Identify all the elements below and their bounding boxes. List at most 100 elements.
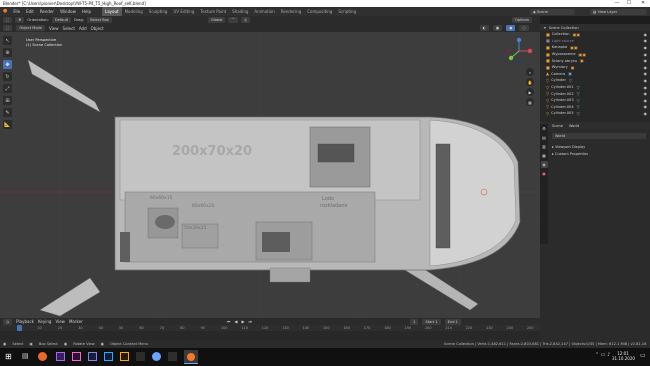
annotate-tool-icon[interactable]: ✎ bbox=[3, 108, 12, 117]
media-encoder-icon[interactable] bbox=[88, 352, 97, 361]
photoshop-icon[interactable] bbox=[104, 352, 113, 361]
ortho-grid-icon[interactable]: ▦ bbox=[526, 98, 534, 106]
section-custom-properties[interactable]: ▸ Custom Properties bbox=[552, 152, 646, 156]
scale-tool-icon[interactable]: ⤢ bbox=[3, 84, 12, 93]
navigation-gizmo[interactable] bbox=[504, 36, 534, 66]
pan-hand-icon[interactable]: ✋ bbox=[526, 78, 534, 86]
cursor-tool-icon[interactable]: ↖ bbox=[3, 36, 12, 45]
outliner-row[interactable]: ▽ Cylinder ▽ ◉ bbox=[540, 77, 650, 84]
illustrator-icon[interactable] bbox=[120, 352, 129, 361]
output-tab-icon[interactable]: ▥ bbox=[541, 143, 548, 150]
windows-start-icon[interactable]: ⊞ bbox=[5, 352, 14, 361]
workspace-tab-uv-editing[interactable]: UV Editing bbox=[170, 7, 197, 16]
properties-tab-scene[interactable]: Scene bbox=[552, 124, 563, 128]
minimize-button[interactable]: — bbox=[612, 0, 622, 7]
viewport-visibility-icon[interactable]: ◐ bbox=[479, 25, 489, 31]
3d-cursor-tool-icon[interactable]: ⊕ bbox=[3, 48, 12, 57]
blender-taskbar-icon[interactable] bbox=[184, 350, 198, 364]
menu-file[interactable]: File bbox=[10, 7, 23, 16]
options-dropdown[interactable]: Options bbox=[512, 17, 532, 23]
world-tab-icon[interactable]: ● bbox=[541, 170, 548, 177]
menu-edit[interactable]: Edit bbox=[23, 7, 37, 16]
close-button[interactable]: ✕ bbox=[638, 0, 648, 7]
menu-help[interactable]: Help bbox=[79, 7, 94, 16]
visibility-eye-icon[interactable]: ◉ bbox=[644, 104, 648, 109]
viewlayer-selector[interactable]: ▤ View Layer bbox=[590, 8, 647, 15]
section-viewport-display[interactable]: ▸ Viewport Display bbox=[552, 145, 646, 149]
world-field[interactable]: World bbox=[552, 133, 646, 139]
visibility-eye-icon[interactable]: ◉ bbox=[644, 98, 648, 103]
object-mode-dropdown[interactable]: Object Mode bbox=[16, 25, 46, 31]
proportional-edit-icon[interactable]: ◎ bbox=[241, 17, 251, 23]
workspace-tab-scripting[interactable]: Scripting bbox=[335, 7, 359, 16]
outliner-row[interactable]: ▽ Cylinder.001 ▽ ◉ bbox=[540, 84, 650, 91]
file-explorer-icon[interactable]: ▤ bbox=[22, 352, 30, 360]
shading-solid-icon[interactable]: ● bbox=[506, 25, 516, 31]
outliner-row[interactable]: ▽ Cylinder.005 ▽ ◉ bbox=[540, 110, 650, 117]
workspace-tab-compositing[interactable]: Compositing bbox=[304, 7, 335, 16]
drag-dropdown[interactable]: Select Box bbox=[87, 17, 112, 23]
move-tool-icon[interactable]: ✥ bbox=[3, 60, 12, 69]
menu-object[interactable]: Object bbox=[91, 26, 104, 31]
play-reverse-icon[interactable]: ◀ bbox=[234, 319, 237, 324]
outliner-row[interactable]: ■ Ściany obrysu ▣ ◉ bbox=[540, 57, 650, 64]
workspace-tab-shading[interactable]: Shading bbox=[229, 7, 251, 16]
xray-toggle-icon[interactable]: ▣ bbox=[492, 25, 503, 31]
play-icon[interactable]: ▶ bbox=[241, 319, 244, 324]
outliner-row[interactable]: ▽ Cylinder.003 ▽ ◉ bbox=[540, 97, 650, 104]
transform-tool-icon[interactable]: ⊞ bbox=[3, 96, 12, 105]
app-icon[interactable] bbox=[168, 352, 177, 361]
measure-tool-icon[interactable]: 📐 bbox=[3, 120, 12, 129]
outliner-row[interactable]: ■ Wymiary ▣ ◉ bbox=[540, 64, 650, 71]
menu-select[interactable]: Select bbox=[63, 26, 75, 31]
end-frame-field[interactable]: End 1 bbox=[444, 318, 461, 325]
jump-start-icon[interactable]: ⏮ bbox=[227, 319, 231, 324]
playhead[interactable] bbox=[17, 325, 22, 331]
terminal-icon[interactable] bbox=[136, 352, 145, 361]
editor-type-icon[interactable]: ⬚ bbox=[3, 25, 13, 31]
menu-add[interactable]: Add bbox=[79, 26, 87, 31]
camera-view-icon[interactable]: ▶ bbox=[526, 88, 534, 96]
maximize-button[interactable]: ☐ bbox=[624, 0, 634, 7]
menu-playback[interactable]: Playback bbox=[16, 319, 34, 324]
visibility-eye-icon[interactable]: ◉ bbox=[644, 111, 648, 116]
workspace-tab-modeling[interactable]: Modeling bbox=[122, 7, 146, 16]
timeline-editor-icon[interactable]: ◷ bbox=[3, 318, 13, 325]
tray-icons[interactable]: ⌃ ▭ ♪ bbox=[595, 352, 610, 358]
view-layer-tab-icon[interactable]: ▦ bbox=[541, 152, 548, 159]
scene-selector[interactable]: ◈ Scene bbox=[530, 8, 575, 15]
outliner-row[interactable]: ■ Collection ▣▣ ◉ bbox=[540, 31, 650, 38]
outliner-filter-icon[interactable]: ▾ bbox=[544, 26, 546, 30]
clock[interactable]: 12:01 31.10.2020 bbox=[612, 351, 635, 361]
workspace-tab-layout[interactable]: Layout bbox=[101, 7, 122, 16]
workspace-tab-animation[interactable]: Animation bbox=[251, 7, 277, 16]
select-mode-icon[interactable]: ⬚ bbox=[3, 17, 13, 23]
outliner-row[interactable]: ▽ Cylinder.002 ▽ ◉ bbox=[540, 90, 650, 97]
rotate-tool-icon[interactable]: ↻ bbox=[3, 72, 12, 81]
visibility-eye-icon[interactable]: ◉ bbox=[644, 78, 648, 83]
properties-tab-world[interactable]: World bbox=[569, 124, 579, 128]
outliner-row[interactable]: ■ Light source ◉ bbox=[540, 38, 650, 45]
visibility-eye-icon[interactable]: ◉ bbox=[644, 38, 648, 43]
snap-icon[interactable]: ⌒ bbox=[228, 17, 238, 23]
menu-keying[interactable]: Keying bbox=[38, 319, 51, 324]
transform-pivot-icon[interactable]: ✥ bbox=[15, 17, 25, 23]
visibility-eye-icon[interactable]: ◉ bbox=[644, 65, 648, 70]
workspace-tab-sculpting[interactable]: Sculpting bbox=[146, 7, 171, 16]
outliner-row[interactable]: ▽ Cylinder.004 ▽ ◉ bbox=[540, 104, 650, 111]
menu-window[interactable]: Window bbox=[57, 7, 79, 16]
current-frame-field[interactable]: 1 bbox=[410, 318, 419, 325]
menu-marker[interactable]: Marker bbox=[69, 319, 83, 324]
visibility-eye-icon[interactable]: ◉ bbox=[644, 85, 648, 90]
visibility-eye-icon[interactable]: ◉ bbox=[644, 91, 648, 96]
visibility-eye-icon[interactable]: ◉ bbox=[644, 52, 648, 57]
firefox-icon[interactable] bbox=[38, 352, 47, 361]
zoom-icon[interactable]: ⌕ bbox=[526, 68, 534, 76]
shading-material-icon[interactable]: ○ bbox=[519, 25, 529, 31]
visibility-eye-icon[interactable]: ◉ bbox=[644, 45, 648, 50]
visibility-eye-icon[interactable]: ◉ bbox=[644, 58, 648, 63]
menu-render[interactable]: Render bbox=[37, 7, 57, 16]
visibility-eye-icon[interactable]: ◉ bbox=[644, 32, 648, 37]
outliner-row[interactable]: ■ Wyposazenie ▣▣ ◉ bbox=[540, 51, 650, 58]
outliner-row[interactable]: ■ Kanapka ▣▣ ◉ bbox=[540, 44, 650, 51]
